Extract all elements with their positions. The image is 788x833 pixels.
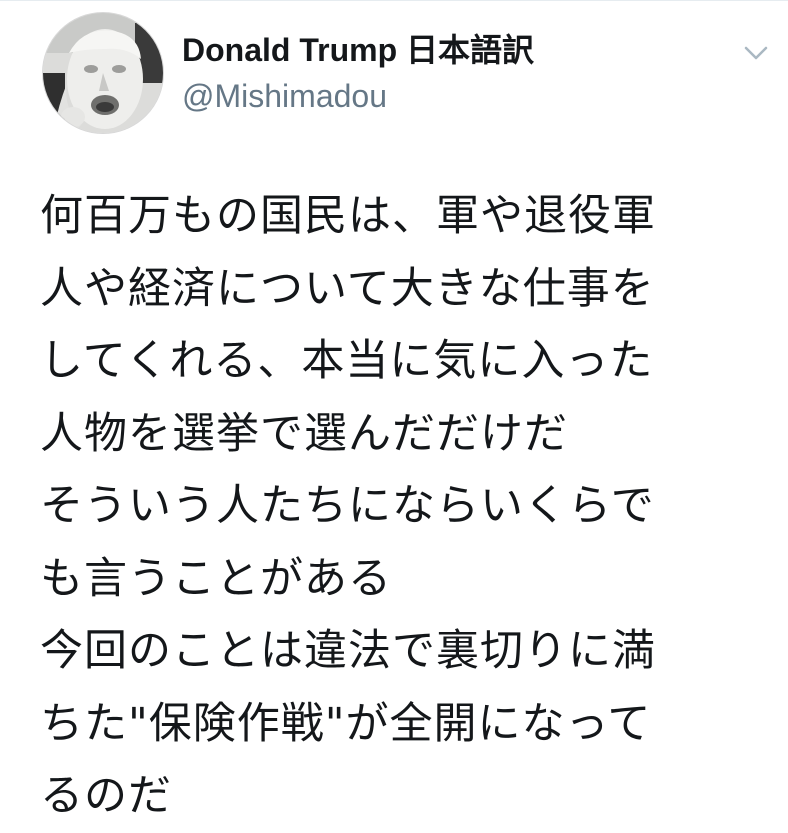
tweet-text-line: 人や経済について大きな仕事を [40, 263, 655, 314]
avatar-image [43, 13, 163, 133]
tweet-header: Donald Trump 日本語訳 @Mishimadou [42, 12, 772, 136]
profile-avatar[interactable] [42, 12, 164, 134]
tweet-text-line: も言うことがある [40, 553, 392, 604]
tweet-text: 何百万もの国民は、軍や退役軍 人や経済について大きな仕事を してくれる、本当に気… [40, 180, 770, 833]
chevron-down-icon [744, 46, 768, 60]
username[interactable]: @Mishimadou [182, 76, 534, 116]
user-info: Donald Trump 日本語訳 @Mishimadou [182, 30, 534, 116]
tweet-text-line: そういう人たちにならいくらで [40, 481, 655, 531]
tweet-text-line: るのだ [40, 771, 172, 821]
tweet-text-line: 今回のことは違法で裏切りに満 [40, 626, 656, 676]
tweet-text-line: 何百万もの国民は、軍や退役軍 [40, 191, 656, 241]
tweet-text-line: 人物を選挙で選んだだけだ [40, 408, 568, 459]
top-divider [0, 0, 788, 1]
tweet-menu-button[interactable] [740, 40, 772, 64]
tweet-text-line: ちた"保険作戦"が全開になって [40, 698, 652, 749]
display-name[interactable]: Donald Trump 日本語訳 [182, 30, 534, 70]
tweet-text-line: してくれる、本当に気に入った [40, 336, 654, 386]
